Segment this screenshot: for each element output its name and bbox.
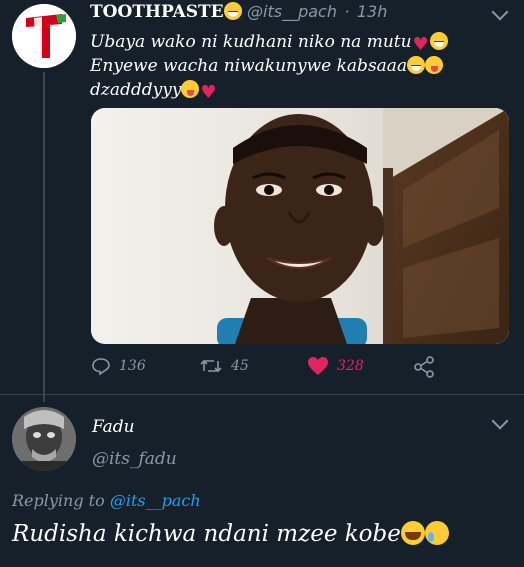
separator-dot: ·: [344, 2, 350, 21]
tweet-line-2-text: Enyewe wacha niwakunywe kabsaaa: [90, 56, 408, 76]
avatar-fadu-image: [12, 407, 76, 471]
tweet-photo[interactable]: [91, 108, 509, 344]
kiss-emoji-icon: [425, 56, 444, 74]
reply-icon: [92, 358, 110, 376]
reply-text: Rudisha kichwa ndani mzee kobe: [12, 521, 449, 547]
share-action[interactable]: [413, 356, 435, 378]
red-heart-emoji-icon: ♥: [200, 82, 217, 103]
avatar-fadu[interactable]: [12, 407, 76, 471]
tweet-line-1-text: Ubaya wako ni kudhani niko na mutu: [90, 32, 412, 52]
reply-count: 136: [119, 358, 146, 374]
grin-emoji-icon: [429, 32, 448, 50]
reply-tweet[interactable]: Fadu @its_fadu Replying to @its__pach Ru…: [0, 395, 524, 567]
reply-action[interactable]: 136: [91, 356, 146, 376]
reply-display-name[interactable]: Fadu: [92, 417, 135, 437]
chevron-down-icon[interactable]: [491, 3, 509, 21]
grin-emoji-icon: [223, 2, 242, 20]
replying-label: Replying to: [12, 491, 105, 510]
tweet-line-2: Enyewe wacha niwakunywe kabsaaa: [90, 54, 510, 78]
heart-icon: [308, 357, 328, 375]
tweet-line-3-text: dzadddyyy: [90, 80, 182, 100]
tweet-line-3: dzadddyyy ♥: [90, 78, 510, 102]
retweet-count: 45: [231, 358, 249, 374]
like-action[interactable]: 328: [307, 356, 364, 376]
thread-line: [43, 72, 45, 402]
laughing-emoji-icon: [400, 521, 425, 545]
share-icon: [414, 356, 434, 378]
display-name[interactable]: TOOTHPASTE: [90, 2, 224, 22]
replying-to: Replying to @its__pach: [12, 491, 201, 510]
original-tweet[interactable]: TOOTHPASTE @its__pach · 13h Ubaya wako n…: [0, 0, 524, 402]
sad-sweat-emoji-icon: [424, 521, 449, 545]
reply-user-handle[interactable]: @its_fadu: [92, 449, 177, 469]
broken-heart-emoji-icon: ♥: [412, 34, 429, 55]
reply-text-content: Rudisha kichwa ndani mzee kobe: [12, 521, 401, 547]
avatar-toothpaste[interactable]: [12, 4, 76, 68]
tweet-text: Ubaya wako ni kudhani niko na mutu♥ Enye…: [90, 30, 510, 102]
retweet-action[interactable]: 45: [199, 356, 249, 376]
user-handle[interactable]: @its__pach: [247, 2, 337, 21]
tweet-line-1: Ubaya wako ni kudhani niko na mutu♥: [90, 30, 510, 54]
yum-emoji-icon: [181, 80, 200, 98]
chevron-down-icon[interactable]: [491, 412, 509, 430]
grin-emoji-icon: [407, 56, 426, 74]
retweet-icon: [200, 359, 222, 373]
like-count: 328: [337, 358, 364, 374]
tweet-actions: 136 45 328: [91, 356, 511, 382]
selfie-photo: [91, 108, 509, 344]
tweet-header: TOOTHPASTE @its__pach · 13h: [90, 2, 387, 22]
tweet-time[interactable]: 13h: [357, 2, 388, 21]
replying-mention-link[interactable]: @its__pach: [110, 491, 201, 510]
toothpaste-logo: [12, 4, 76, 68]
